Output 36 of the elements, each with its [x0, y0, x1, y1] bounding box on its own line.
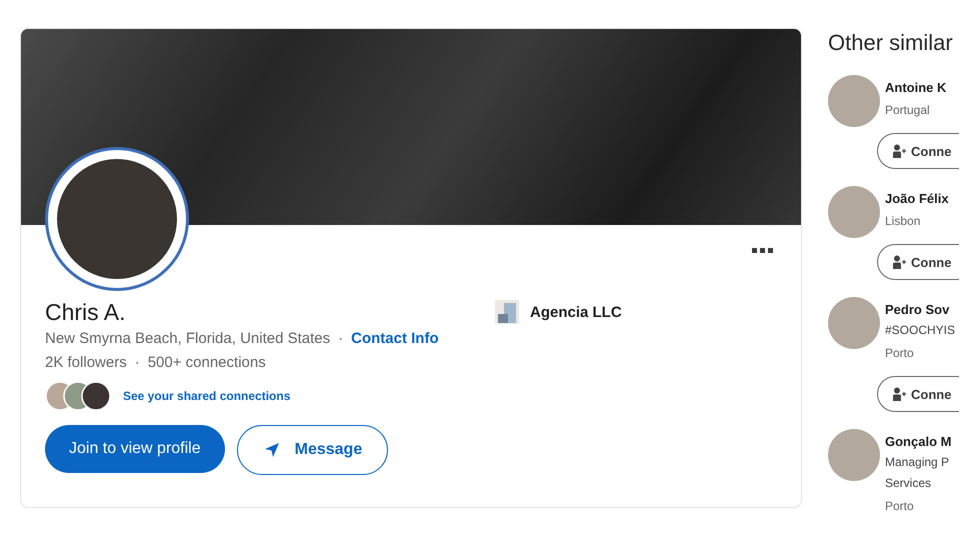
- contact-info-link[interactable]: Contact Info: [351, 327, 439, 351]
- person-headline: #SOOCHYIS: [885, 322, 956, 339]
- person-name[interactable]: João Félix: [885, 189, 959, 209]
- separator-dot: ·: [134, 353, 140, 373]
- shared-connections-link[interactable]: See your shared connections: [123, 389, 290, 403]
- person-name[interactable]: Antoine K: [885, 78, 959, 98]
- connect-button[interactable]: Conne: [877, 244, 959, 280]
- followers-count: 2K followers: [45, 353, 127, 373]
- add-person-icon: [892, 255, 906, 269]
- person-headline: Managing P: [885, 454, 950, 471]
- connect-button[interactable]: Conne: [877, 376, 959, 412]
- profile-name: Chris A.: [45, 298, 127, 327]
- avatar-placeholder: [828, 297, 880, 349]
- send-icon: [262, 441, 281, 459]
- person-name[interactable]: Pedro Sov: [885, 300, 959, 320]
- location-text: New Smyrna Beach, Florida, United States: [45, 329, 330, 349]
- person-location: Portugal: [885, 102, 931, 119]
- avatar-placeholder: [828, 186, 880, 238]
- message-button[interactable]: Message: [236, 425, 388, 475]
- add-person-icon: [892, 387, 906, 401]
- person-location: Porto: [885, 345, 915, 362]
- section-title: Other similar: [828, 29, 954, 57]
- company-logo-icon: [495, 300, 519, 324]
- company-link[interactable]: Agencia LLC: [530, 304, 622, 320]
- person-location: Porto: [885, 498, 915, 515]
- avatar-placeholder: [828, 75, 880, 127]
- connections-count: 500+ connections: [148, 353, 266, 373]
- join-button[interactable]: Join to view profile: [45, 425, 225, 473]
- person-headline: Services: [885, 475, 932, 492]
- add-person-icon: [892, 144, 906, 158]
- shared-avatars-icon: [45, 381, 111, 411]
- person-location: Lisbon: [885, 213, 922, 230]
- avatar-placeholder: [828, 429, 880, 481]
- person-name[interactable]: Gonçalo M: [885, 432, 952, 452]
- connect-button[interactable]: Conne: [877, 133, 959, 169]
- separator-dot: ·: [338, 329, 344, 349]
